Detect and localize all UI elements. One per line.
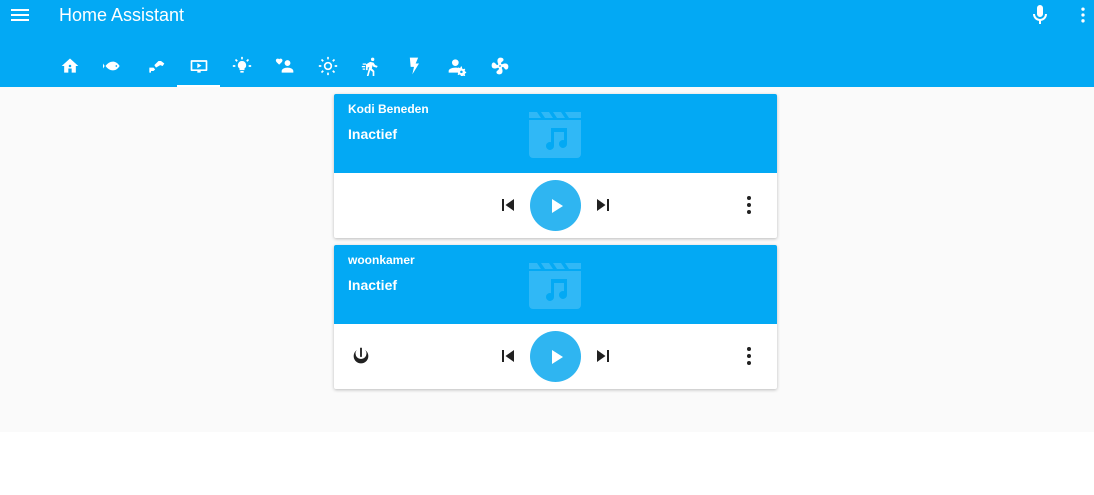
media-player-card: woonkamer Inactief <box>334 245 777 389</box>
player-name: woonkamer <box>348 253 415 267</box>
tab-fish[interactable] <box>91 44 134 87</box>
brightness-icon <box>318 56 337 75</box>
power-button[interactable] <box>349 344 373 368</box>
next-track-button[interactable] <box>591 193 615 217</box>
tab-fans[interactable] <box>478 44 521 87</box>
player-more-button[interactable] <box>737 193 761 217</box>
player-banner: Kodi Beneden Inactief <box>334 94 777 173</box>
app-header: Home Assistant <box>0 0 1094 87</box>
player-controls <box>334 324 777 389</box>
dashboard-view: Kodi Beneden Inactief woonkamer Inactief <box>0 87 1094 432</box>
voice-command-button[interactable] <box>1028 3 1052 27</box>
dots-vertical-icon <box>1081 7 1085 23</box>
previous-track-button[interactable] <box>496 193 520 217</box>
microphone-icon <box>1033 5 1047 24</box>
skip-previous-icon <box>502 350 514 362</box>
menu-button[interactable] <box>8 3 32 27</box>
tab-people[interactable] <box>263 44 306 87</box>
home-icon <box>61 58 78 73</box>
menu-icon <box>11 9 29 21</box>
power-icon <box>353 347 369 364</box>
player-banner: woonkamer Inactief <box>334 245 777 324</box>
player-more-button[interactable] <box>737 344 761 368</box>
next-track-button[interactable] <box>591 344 615 368</box>
play-icon <box>551 349 563 364</box>
play-button[interactable] <box>530 331 581 382</box>
skip-previous-icon <box>502 199 514 211</box>
player-name: Kodi Beneden <box>348 102 429 116</box>
app-title: Home Assistant <box>59 5 185 25</box>
tab-media[interactable] <box>177 44 220 87</box>
fan-icon <box>491 57 508 74</box>
dots-vertical-icon <box>747 196 751 214</box>
play-button[interactable] <box>530 180 581 231</box>
lightbulb-icon <box>232 56 251 73</box>
movie-music-icon <box>529 263 581 309</box>
tab-motion[interactable] <box>349 44 392 87</box>
skip-next-icon <box>597 350 609 362</box>
more-options-button[interactable] <box>1073 3 1093 27</box>
flash-icon <box>409 57 419 74</box>
tab-home[interactable] <box>48 44 91 87</box>
player-state: Inactief <box>348 126 398 142</box>
player-state: Inactief <box>348 277 398 293</box>
play-icon <box>551 198 563 213</box>
previous-track-button[interactable] <box>496 344 520 368</box>
tab-settings[interactable] <box>435 44 478 87</box>
tab-cctv[interactable] <box>134 44 177 87</box>
account-heart-icon <box>275 58 293 73</box>
run-icon <box>361 57 378 76</box>
dots-vertical-icon <box>747 347 751 365</box>
player-controls <box>334 173 777 238</box>
tab-energy[interactable] <box>392 44 435 87</box>
tab-brightness[interactable] <box>306 44 349 87</box>
cctv-icon <box>148 60 164 73</box>
movie-music-icon <box>529 112 581 158</box>
television-play-icon <box>190 59 207 73</box>
account-cog-icon <box>448 58 466 76</box>
view-tabs <box>48 44 521 87</box>
fish-icon <box>102 61 120 70</box>
tab-lights[interactable] <box>220 44 263 87</box>
skip-next-icon <box>597 199 609 211</box>
media-player-card: Kodi Beneden Inactief <box>334 94 777 238</box>
